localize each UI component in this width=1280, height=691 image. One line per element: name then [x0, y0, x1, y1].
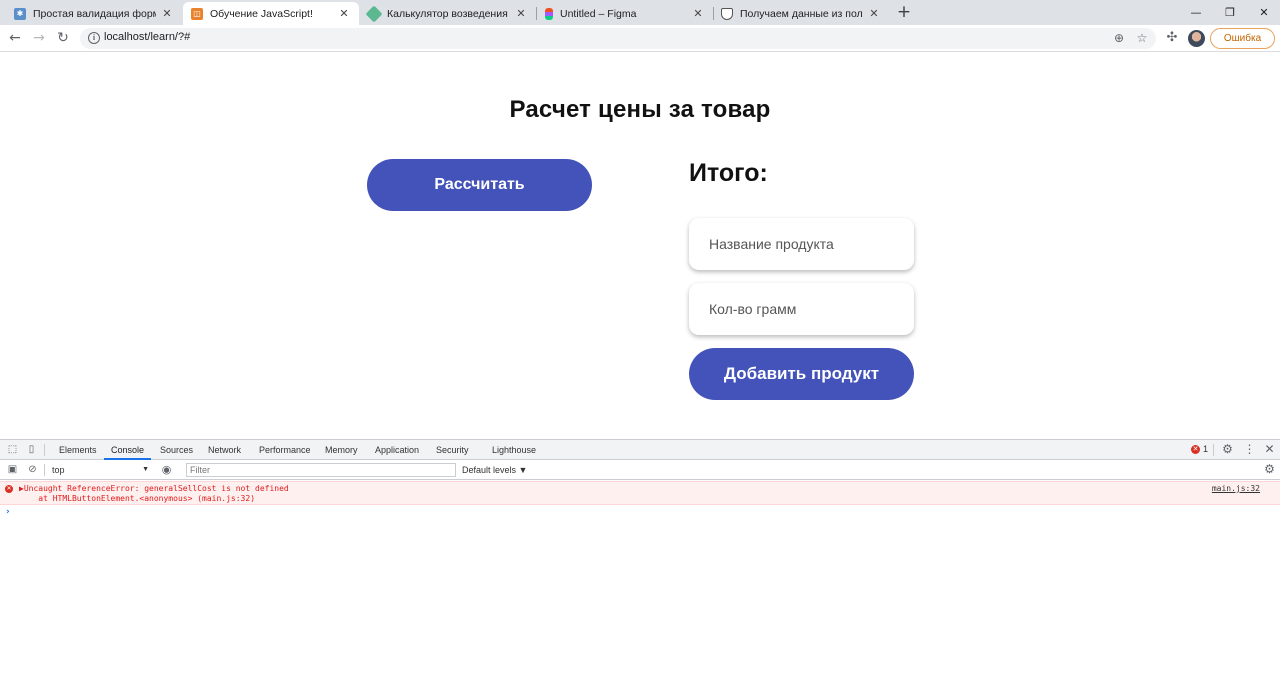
product-name-input[interactable]: [689, 218, 914, 270]
browser-tab-calculator[interactable]: Калькулятор возведения в степе ✕: [360, 2, 536, 25]
error-count-value: 1: [1203, 444, 1209, 454]
error-text[interactable]: ▶Uncaught ReferenceError: generalSellCos…: [19, 484, 289, 504]
devtools-panel: ⬚ ▯ Elements Console Sources Network Per…: [0, 439, 1280, 691]
error-source-link[interactable]: main.js:32: [1212, 484, 1260, 493]
clear-console-icon[interactable]: ⊘: [26, 463, 39, 476]
site-favicon-icon: ✱: [14, 7, 26, 20]
console-filter-input[interactable]: [186, 463, 456, 477]
bookmark-star-icon[interactable]: ☆: [1135, 31, 1149, 45]
error-line-1: ▶Uncaught ReferenceError: generalSellCos…: [19, 484, 289, 493]
context-value: top: [52, 465, 65, 475]
tab-lighthouse[interactable]: Lighthouse: [492, 440, 536, 460]
error-button[interactable]: Ошибка: [1210, 28, 1275, 49]
browser-tab-learn-js[interactable]: ◫ Обучение JavaScript! ✕: [183, 2, 359, 25]
close-tab-icon[interactable]: ✕: [514, 7, 528, 20]
live-expression-eye-icon[interactable]: ◉: [160, 463, 173, 476]
device-toolbar-icon[interactable]: ▯: [25, 443, 38, 456]
browser-toolbar: ← → ↻ i localhost/learn/?# ⊕ ☆ ✣ Ошибка: [0, 25, 1280, 52]
figma-favicon-icon: [545, 7, 553, 20]
error-x-icon: ✕: [5, 485, 13, 493]
close-tab-icon[interactable]: ✕: [691, 7, 705, 20]
page-viewport: Расчет цены за товар Рассчитать Итого: Д…: [0, 52, 1280, 439]
tab-network[interactable]: Network: [208, 440, 241, 460]
toolbar-divider: [44, 444, 45, 456]
close-devtools-icon[interactable]: ✕: [1263, 443, 1276, 456]
url-text[interactable]: localhost/learn/?#: [104, 31, 190, 43]
tab-security[interactable]: Security: [436, 440, 469, 460]
profile-avatar[interactable]: [1188, 30, 1205, 47]
close-tab-icon[interactable]: ✕: [867, 7, 881, 20]
tab-strip: ✱ Простая валидация формы без ✕ ◫ Обучен…: [0, 0, 1280, 25]
tab-application[interactable]: Application: [375, 440, 419, 460]
tab-performance[interactable]: Performance: [259, 440, 311, 460]
console-filter-bar: ▣ ⊘ top ▼ ◉ Default levels ▼ ⚙: [0, 460, 1280, 480]
console-settings-gear-icon[interactable]: ⚙: [1263, 463, 1276, 476]
tab-title: Untitled – Figma: [560, 7, 637, 20]
back-arrow-icon[interactable]: ←: [6, 29, 24, 47]
toolbar-divider: [44, 464, 45, 476]
error-counter[interactable]: ✕ 1: [1191, 444, 1208, 454]
close-tab-icon[interactable]: ✕: [337, 7, 351, 20]
settings-gear-icon[interactable]: ⚙: [1221, 443, 1234, 456]
context-select[interactable]: top ▼: [49, 463, 149, 477]
grams-input[interactable]: [689, 283, 914, 335]
browser-tab-input-data[interactable]: Получаем данные из поля ввод ✕: [713, 2, 889, 25]
extensions-puzzle-icon[interactable]: ✣: [1163, 29, 1181, 47]
tab-memory[interactable]: Memory: [325, 440, 358, 460]
close-tab-icon[interactable]: ✕: [160, 7, 174, 20]
total-label: Итого:: [689, 159, 768, 187]
more-options-icon[interactable]: ⋮: [1243, 443, 1256, 456]
dropdown-arrow-icon: ▼: [142, 466, 149, 473]
shield-favicon-icon: [721, 7, 733, 20]
tab-console[interactable]: Console: [104, 440, 151, 460]
tab-sources[interactable]: Sources: [160, 440, 193, 460]
forward-arrow-icon[interactable]: →: [30, 29, 48, 47]
address-bar[interactable]: i localhost/learn/?# ⊕ ☆: [80, 28, 1156, 49]
site-favicon-icon: [365, 5, 383, 22]
console-error-message: ✕ ▶Uncaught ReferenceError: generalSellC…: [0, 481, 1280, 505]
error-x-icon: ✕: [1191, 444, 1200, 454]
tab-elements[interactable]: Elements: [59, 440, 97, 460]
tab-title: Получаем данные из поля ввод: [740, 7, 863, 20]
log-levels-dropdown[interactable]: Default levels ▼: [462, 463, 527, 477]
site-favicon-icon: ◫: [191, 7, 203, 20]
error-line-2: at HTMLButtonElement.<anonymous> (main.j…: [19, 494, 256, 503]
page-title: Расчет цены за товар: [509, 96, 771, 123]
site-info-icon[interactable]: i: [88, 32, 100, 44]
restore-window-icon[interactable]: ❐: [1212, 0, 1248, 25]
browser-tab-figma[interactable]: Untitled – Figma ✕: [537, 2, 713, 25]
toolbar-divider: [1213, 444, 1214, 456]
calculate-button[interactable]: Рассчитать: [367, 159, 592, 211]
tab-title: Простая валидация формы без: [33, 7, 156, 20]
minimize-window-icon[interactable]: —: [1178, 0, 1214, 25]
new-tab-plus-icon[interactable]: +: [896, 3, 912, 21]
sidebar-toggle-icon[interactable]: ▣: [6, 463, 19, 476]
reload-icon[interactable]: ↻: [54, 29, 72, 47]
zoom-icon[interactable]: ⊕: [1112, 31, 1126, 45]
close-window-icon[interactable]: ✕: [1246, 0, 1280, 25]
tab-title: Обучение JavaScript!: [210, 7, 313, 20]
add-product-button[interactable]: Добавить продукт: [689, 348, 914, 400]
inspect-element-icon[interactable]: ⬚: [6, 443, 19, 456]
devtools-tabbar: ⬚ ▯ Elements Console Sources Network Per…: [0, 440, 1280, 460]
tab-title: Калькулятор возведения в степе: [387, 7, 510, 20]
console-prompt-chevron-icon[interactable]: ›: [6, 507, 10, 517]
browser-tab-validation[interactable]: ✱ Простая валидация формы без ✕: [6, 2, 182, 25]
